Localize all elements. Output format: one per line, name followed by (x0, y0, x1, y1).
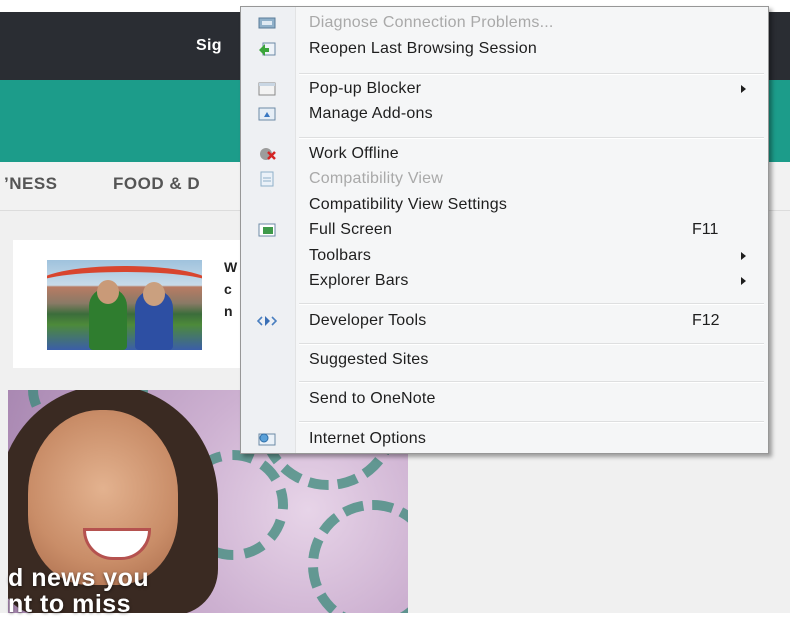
menu-item-internet-options[interactable]: Internet Options (241, 427, 768, 451)
menu-item-toolbars[interactable]: Toolbars (241, 244, 768, 268)
submenu-arrow-icon (741, 252, 746, 260)
developer-tools-icon (256, 312, 278, 330)
menu-separator (299, 137, 764, 139)
compatibility-view-icon (257, 170, 277, 188)
popup-blocker-icon (257, 80, 277, 98)
menu-separator (299, 303, 764, 305)
work-offline-icon (257, 145, 277, 163)
sign-in-link[interactable]: Sig (196, 37, 222, 55)
menu-item-work-offline[interactable]: Work Offline (241, 142, 768, 166)
menu-separator (299, 343, 764, 345)
news-thumbnail[interactable] (47, 260, 202, 350)
menu-item-manage-addons[interactable]: Manage Add-ons (241, 102, 768, 126)
promo-caption: d news you nt to miss (8, 564, 150, 618)
addons-icon (257, 105, 277, 123)
menu-item-popup-blocker[interactable]: Pop-up Blocker (241, 77, 768, 101)
submenu-arrow-icon (741, 277, 746, 285)
menu-separator (299, 73, 764, 75)
menu-item-diagnose-connection[interactable]: Diagnose Connection Problems... (241, 11, 768, 35)
network-diagnose-icon (257, 14, 277, 32)
menu-separator (299, 421, 764, 423)
nav-item-fitness[interactable]: ’NESS (4, 174, 58, 194)
nav-item-food[interactable]: FOOD & D (113, 174, 200, 194)
reopen-session-icon (257, 40, 277, 58)
news-headline[interactable]: W c n (224, 256, 237, 322)
internet-options-icon (257, 430, 277, 448)
full-screen-icon (257, 221, 277, 239)
tools-menu: Diagnose Connection Problems... Reopen L… (240, 6, 769, 454)
menu-item-compatibility-view-settings[interactable]: Compatibility View Settings (241, 193, 768, 217)
menu-item-full-screen[interactable]: Full Screen F11 (241, 218, 768, 242)
shortcut-f12: F12 (692, 312, 720, 329)
menu-item-suggested-sites[interactable]: Suggested Sites (241, 348, 768, 372)
menu-item-reopen-session[interactable]: Reopen Last Browsing Session (241, 37, 768, 61)
menu-item-explorer-bars[interactable]: Explorer Bars (241, 269, 768, 293)
submenu-arrow-icon (741, 85, 746, 93)
menu-separator (299, 381, 764, 383)
menu-item-compatibility-view[interactable]: Compatibility View (241, 167, 768, 191)
shortcut-f11: F11 (692, 221, 719, 238)
menu-item-send-to-onenote[interactable]: Send to OneNote (241, 387, 768, 411)
menu-item-developer-tools[interactable]: Developer Tools F12 (241, 309, 768, 333)
